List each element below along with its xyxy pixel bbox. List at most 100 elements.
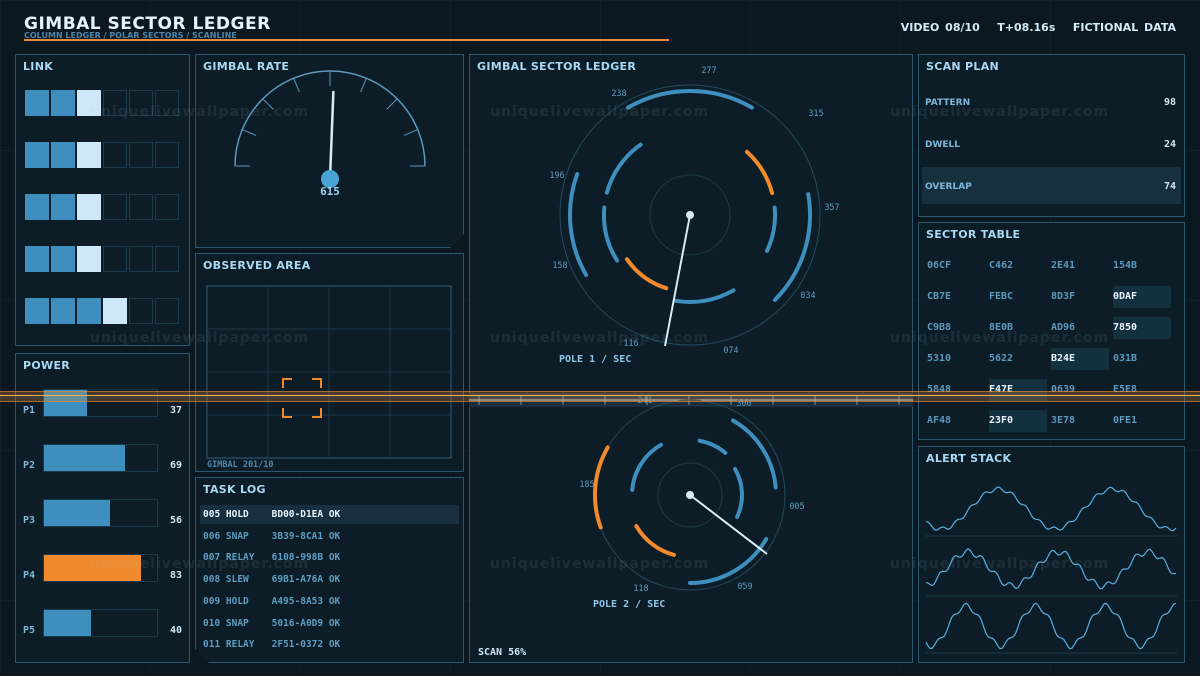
power-value: 69 [169, 460, 182, 471]
scan-plan-value: 74 [1163, 181, 1176, 192]
task-log-row[interactable]: 010 SNAP 5016-A0D9 OK [200, 614, 459, 633]
link-cell [103, 90, 127, 116]
scan-plan-title: SCAN PLAN [926, 60, 1000, 73]
pole1-label: POLE 1 / SEC [559, 354, 631, 365]
alert-wave [925, 548, 1177, 590]
power-label: P4 [23, 570, 36, 581]
sector-cell[interactable]: AF48 [927, 410, 985, 432]
link-cell [129, 90, 153, 116]
scan-plan-label: OVERLAP [925, 182, 972, 192]
link-cell [77, 90, 101, 116]
link-cell [129, 298, 153, 324]
pole1-tick-label: 277 [701, 66, 716, 76]
pole1-tick-label: 357 [824, 203, 839, 213]
pole1-sector-arc [568, 172, 589, 277]
sector-cell[interactable]: B24E [1051, 348, 1109, 370]
observed-area-map: GIMBAL 201/10 [206, 285, 452, 470]
link-panel-title: LINK [23, 60, 54, 73]
link-cell [155, 298, 179, 324]
scan-plan-label: PATTERN [925, 98, 971, 108]
pole2-sector-arc [593, 445, 610, 530]
link-cell [103, 142, 127, 168]
sector-cell[interactable]: CB7E [927, 286, 985, 308]
pole1-tick-label: 238 [611, 89, 626, 99]
task-log-title: TASK LOG [203, 483, 266, 496]
sector-cell[interactable]: 0639 [1051, 379, 1109, 401]
power-value: 40 [169, 625, 182, 636]
power-bar-fill [44, 390, 88, 416]
alert-stack-waves [925, 486, 1177, 654]
task-log-row[interactable]: 007 RELAY 6108-998B OK [200, 548, 459, 567]
task-log-row[interactable]: 006 SNAP 3B39-8CA1 OK [200, 527, 459, 546]
pole1-sector-arc [672, 288, 736, 305]
link-cell [51, 298, 75, 324]
link-cell [129, 246, 153, 272]
pole1-tick-label: 315 [808, 109, 823, 119]
pole1-sector-arc [624, 257, 669, 291]
sector-cell[interactable]: F47E [989, 379, 1047, 401]
power-bar [43, 499, 158, 527]
gauge-tick [386, 98, 398, 110]
gauge-value: 615 [320, 185, 340, 198]
pole1-sector-arc [604, 142, 643, 195]
sector-cell[interactable]: C9B8 [927, 317, 985, 339]
target-bracket [282, 378, 322, 418]
sector-cell[interactable]: 8E0B [989, 317, 1047, 339]
power-value: 56 [169, 515, 182, 526]
link-cell [25, 142, 49, 168]
pole1-sector-arc [626, 88, 754, 110]
sector-cell[interactable]: FEBC [989, 286, 1047, 308]
sector-cell[interactable]: 0DAF [1113, 286, 1171, 308]
link-cell [25, 90, 49, 116]
pole1-tick-label: 074 [723, 346, 738, 356]
gauge-tick [262, 98, 274, 110]
power-label: P3 [23, 515, 36, 526]
pole2-sector-arc [630, 442, 663, 492]
power-label: P2 [23, 460, 36, 471]
power-value: 83 [169, 570, 182, 581]
task-log-row[interactable]: 008 SLEW 69B1-A76A OK [200, 570, 459, 589]
sector-cell[interactable]: E5E8 [1113, 379, 1171, 401]
link-cell [103, 298, 127, 324]
pole1-sweep [664, 214, 691, 347]
sector-cell[interactable]: 5622 [989, 348, 1047, 370]
sector-cell[interactable]: 154B [1113, 255, 1171, 277]
link-cell [25, 298, 49, 324]
sector-cell[interactable]: 8D3F [1051, 286, 1109, 308]
observed-area-caption: GIMBAL 201/10 [207, 460, 274, 470]
pole2-sector-arc [634, 524, 676, 557]
sector-cell[interactable]: 2E41 [1051, 255, 1109, 277]
sector-cell[interactable]: 5310 [927, 348, 985, 370]
pole2-tick-label: 005 [789, 502, 804, 512]
pole2-tick-label: 118 [633, 584, 648, 594]
gauge-tick [293, 78, 300, 93]
sector-cell[interactable]: 23F0 [989, 410, 1047, 432]
sector-cell[interactable]: 031B [1113, 348, 1171, 370]
power-bar-fill [44, 555, 142, 581]
task-log-row[interactable]: 009 HOLD A495-8A53 OK [200, 592, 459, 611]
link-cell [155, 194, 179, 220]
sector-cell[interactable]: 3E78 [1051, 410, 1109, 432]
header-status: VIDEO 08/10 T+08.16s FICTIONAL DATA [900, 21, 1176, 34]
sector-cell[interactable]: 5848 [927, 379, 985, 401]
power-bar [43, 444, 158, 472]
pole2-label: POLE 2 / SEC [593, 599, 665, 610]
task-log-row[interactable]: 005 HOLD BD00-D1EA OK [200, 505, 459, 524]
sector-cell[interactable]: C462 [989, 255, 1047, 277]
link-cell [51, 194, 75, 220]
link-cell [129, 194, 153, 220]
sector-cell[interactable]: 7850 [1113, 317, 1171, 339]
pole2-tick-label: 241 [637, 396, 652, 406]
sector-cell[interactable]: 0FE1 [1113, 410, 1171, 432]
gauge-tick [403, 129, 418, 136]
link-cell [129, 142, 153, 168]
link-cell [155, 90, 179, 116]
scan-plan-value: 98 [1163, 97, 1176, 108]
gauge-needle [328, 91, 335, 180]
sector-cell[interactable]: 06CF [927, 255, 985, 277]
power-label: P1 [23, 405, 36, 416]
sector-cell[interactable]: AD96 [1051, 317, 1109, 339]
task-log-row[interactable]: 011 RELAY 2F51-0372 OK [200, 635, 459, 654]
link-cell [25, 246, 49, 272]
pole2-sector-arc [733, 467, 744, 519]
